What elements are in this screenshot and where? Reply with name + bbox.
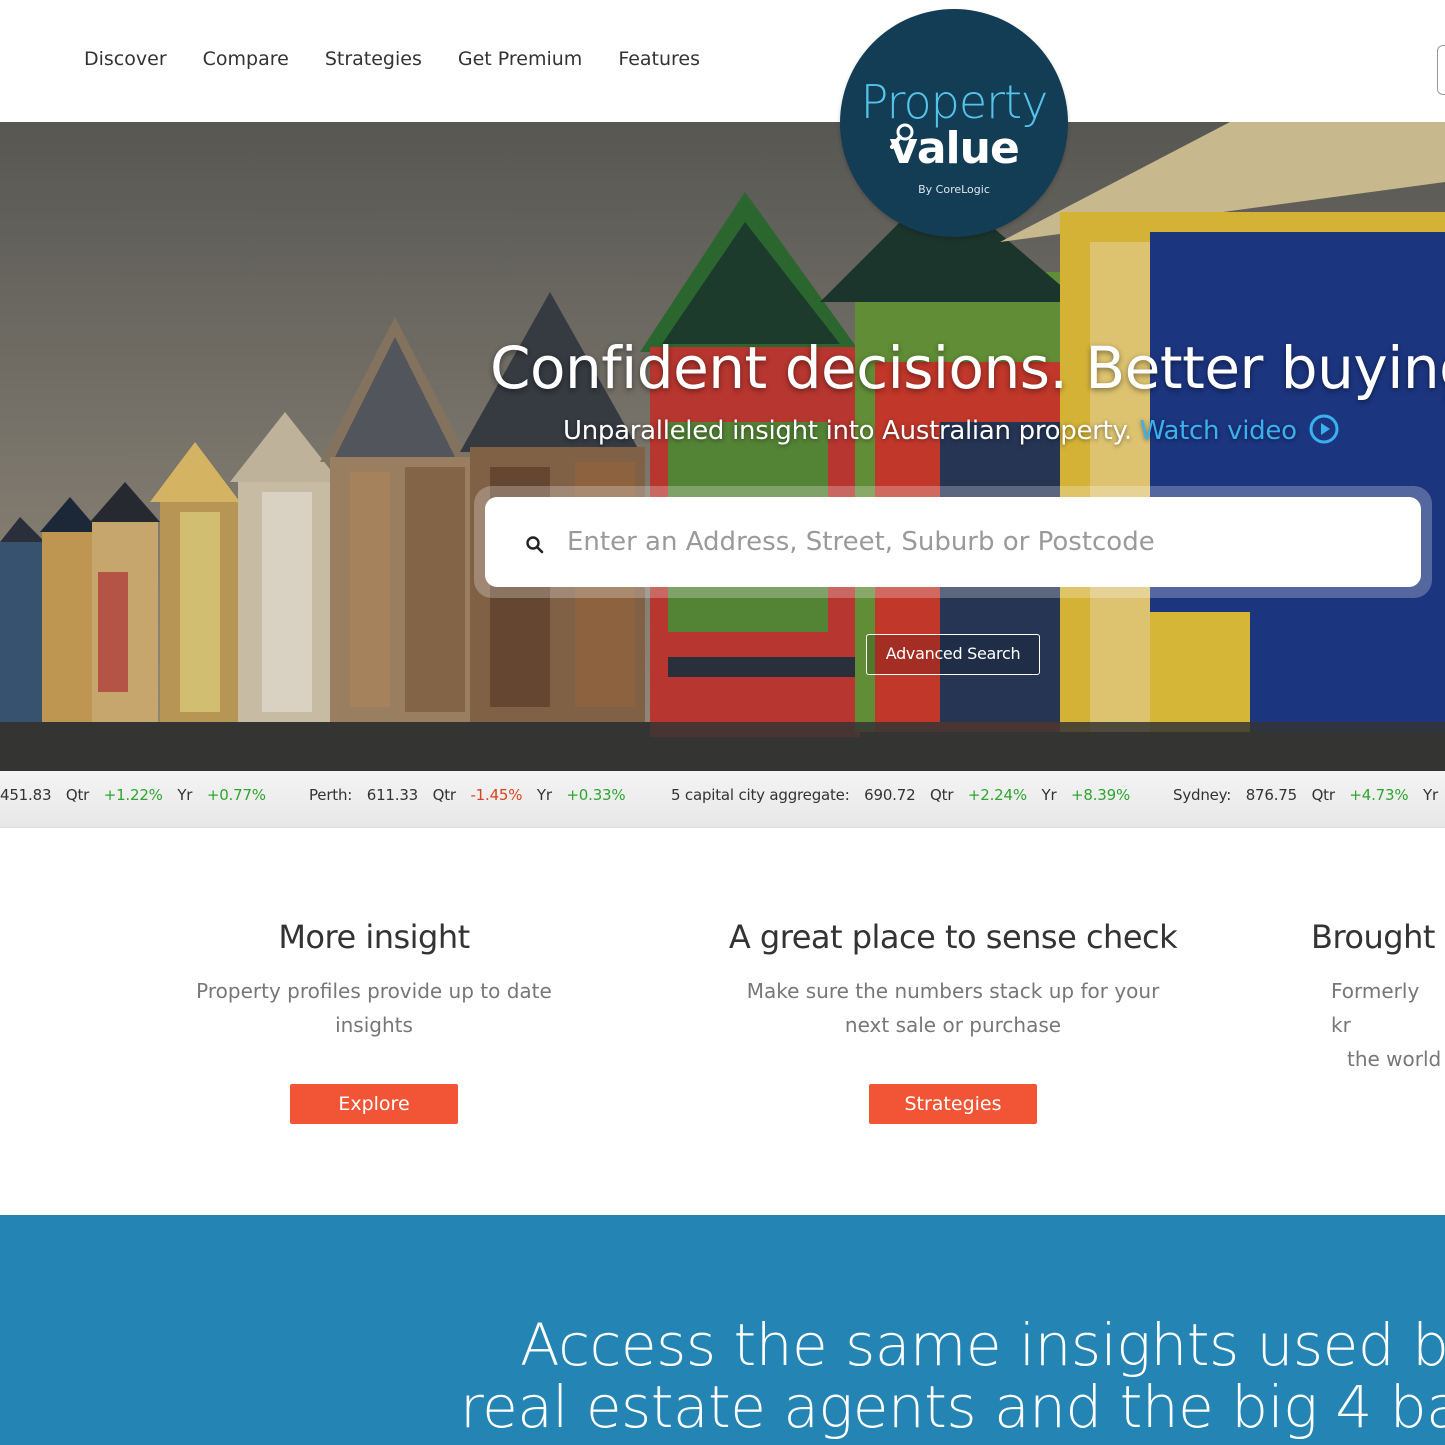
ticker-qtr-change: -1.45% <box>470 786 523 804</box>
feature-description: Make sure the numbers stack up for your … <box>703 974 1203 1042</box>
ticker-yr-change: +8.39% <box>1071 786 1131 804</box>
watch-video-label: Watch video <box>1139 416 1297 446</box>
hero-subline-text: Unparalleled insight into Australian pro… <box>563 416 1132 446</box>
ticker-yr-label: Yr <box>1423 786 1438 804</box>
search-box[interactable] <box>485 497 1421 587</box>
ticker-index: 451.83 <box>0 786 52 804</box>
nav-compare[interactable]: Compare <box>203 48 289 70</box>
ticker-qtr-change: +1.22% <box>103 786 163 804</box>
ticker-qtr-label: Qtr <box>432 786 456 804</box>
watch-video-link[interactable]: Watch video <box>1139 414 1339 446</box>
nav-discover[interactable]: Discover <box>84 48 167 70</box>
hero-subline: Unparalleled insight into Australian pro… <box>563 414 1339 446</box>
strategies-button[interactable]: Strategies <box>869 1084 1037 1124</box>
ticker-yr-change: +0.33% <box>566 786 626 804</box>
property-value-logo[interactable]: Property value By CoreLogic <box>840 9 1068 237</box>
ticker-yr-label: Yr <box>1041 786 1057 804</box>
feature-brought: Brought Formerly kr the world <box>1311 918 1445 1076</box>
feature-description: Formerly kr the world <box>1311 974 1445 1076</box>
logo-text-value: value <box>889 123 1020 174</box>
feature-description: Property profiles provide up to date ins… <box>154 974 594 1042</box>
feature-description-line: Property profiles provide up to date <box>196 979 552 1003</box>
ticker-yr-label: Yr <box>177 786 193 804</box>
address-search-input[interactable] <box>567 521 1387 563</box>
search-container <box>474 486 1432 598</box>
feature-description-line: next sale or purchase <box>844 1013 1062 1037</box>
feature-description-line: insights <box>335 1013 413 1037</box>
ticker-qtr-label: Qtr <box>930 786 954 804</box>
banner-heading-line: real estate agents and the big 4 banks <box>460 1373 1445 1441</box>
ticker-index: 611.33 <box>366 786 419 804</box>
feature-description-line: Formerly kr <box>1331 979 1420 1037</box>
ticker-qtr-change: +4.73% <box>1349 786 1409 804</box>
ticker-city: Perth: <box>309 786 353 804</box>
nav-get-premium[interactable]: Get Premium <box>458 48 582 70</box>
logo-text-property: Property <box>860 75 1049 129</box>
feature-description-line: Make sure the numbers stack up for your <box>746 979 1160 1003</box>
nav-strategies[interactable]: Strategies <box>325 48 422 70</box>
feature-description-line: the world <box>1347 1047 1442 1071</box>
feature-title: Brought <box>1311 918 1435 956</box>
explore-button[interactable]: Explore <box>290 1084 458 1124</box>
feature-title: A great place to sense check <box>728 918 1178 956</box>
feature-more-insight: More insight Property profiles provide u… <box>154 918 594 1042</box>
ticker-city: 5 capital city aggregate: <box>671 786 850 804</box>
ticker-index: 690.72 <box>864 786 916 804</box>
ticker-item: Sydney: 876.75 Qtr +4.73% Yr +1 <box>1173 786 1445 804</box>
insights-banner: Access the same insights used by real es… <box>0 1215 1445 1445</box>
play-circle-icon <box>1309 414 1339 444</box>
banner-heading-line: Access the same insights used by <box>520 1311 1445 1379</box>
ticker-qtr-label: Qtr <box>65 786 90 804</box>
ticker-qtr-label: Qtr <box>1311 786 1335 804</box>
ticker-item: 5 capital city aggregate: 690.72 Qtr +2.… <box>671 786 1140 804</box>
ticker-item: 451.83 Qtr +1.22% Yr +0.77% <box>0 786 276 804</box>
ticker-index: 876.75 <box>1245 786 1297 804</box>
nav-links: Discover Compare Strategies Get Premium … <box>84 48 700 70</box>
feature-title: More insight <box>278 918 470 956</box>
ticker-qtr-change: +2.24% <box>967 786 1027 804</box>
hero-overlay <box>0 122 1445 771</box>
logo-byline: By CoreLogic <box>918 183 990 196</box>
hero-section: Confident decisions. Better buying Unpar… <box>0 122 1445 771</box>
hero-headline: Confident decisions. Better buying <box>490 334 1445 402</box>
search-icon <box>526 536 544 554</box>
feature-sense-check: A great place to sense check Make sure t… <box>703 918 1203 1042</box>
ticker-item: Perth: 611.33 Qtr -1.45% Yr +0.33% <box>309 786 635 804</box>
advanced-search-button[interactable]: Advanced Search <box>866 634 1040 675</box>
header-account-button[interactable] <box>1437 45 1445 95</box>
ticker-city: Sydney: <box>1173 786 1232 804</box>
nav-features[interactable]: Features <box>618 48 700 70</box>
top-navigation: Discover Compare Strategies Get Premium … <box>0 0 1445 122</box>
ticker-yr-change: +0.77% <box>206 786 266 804</box>
market-index-ticker: 451.83 Qtr +1.22% Yr +0.77% Perth: 611.3… <box>0 771 1445 828</box>
ticker-yr-label: Yr <box>536 786 552 804</box>
